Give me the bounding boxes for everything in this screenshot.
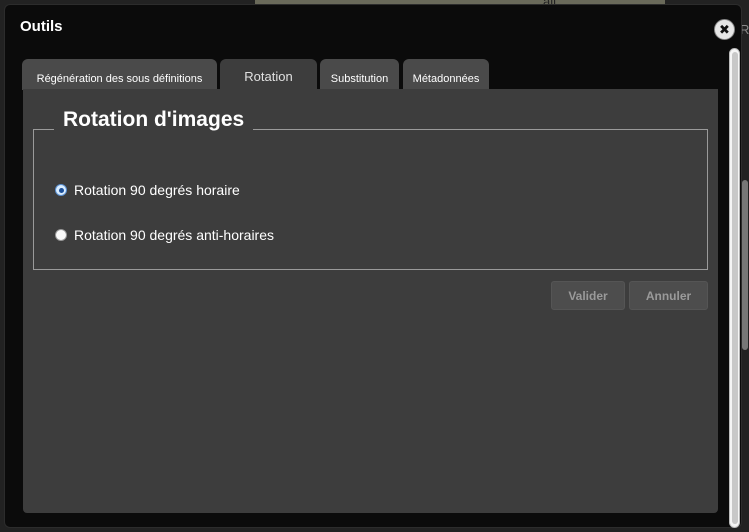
radio-option-counterclockwise[interactable]: Rotation 90 degrés anti-horaires <box>55 227 274 243</box>
dialog-scrollbar[interactable] <box>729 48 740 528</box>
tab-substitution[interactable]: Substitution <box>320 59 399 90</box>
cancel-button[interactable]: Annuler <box>629 281 708 310</box>
background-scrollbar <box>742 180 748 350</box>
close-icon: ✖ <box>719 22 730 37</box>
tab-label: Métadonnées <box>412 72 480 85</box>
radio-label-counterclockwise: Rotation 90 degrés anti-horaires <box>74 227 275 243</box>
tab-regeneration[interactable]: Régénération des sous définitions <box>22 59 217 90</box>
close-button[interactable]: ✖ <box>714 19 735 40</box>
radio-label-clockwise: Rotation 90 degrés horaire <box>74 182 240 198</box>
tab-label: Substitution <box>330 72 389 85</box>
rotation-fieldset: Rotation d'images Rotation 90 degrés hor… <box>33 108 708 270</box>
radio-button-clockwise[interactable] <box>55 184 67 196</box>
tab-label: Régénération des sous définitions <box>36 72 203 85</box>
scrollbar-thumb[interactable] <box>732 52 738 524</box>
tab-rotation[interactable]: Rotation <box>220 59 317 90</box>
radio-option-clockwise[interactable]: Rotation 90 degrés horaire <box>55 182 240 198</box>
tab-metadonnees[interactable]: Métadonnées <box>403 59 489 90</box>
tools-dialog: Outils ✖ Régénération des sous définitio… <box>4 4 742 528</box>
dialog-title: Outils <box>20 18 63 35</box>
rotation-legend: Rotation d'images <box>54 108 254 132</box>
radio-button-counterclockwise[interactable] <box>55 229 67 241</box>
validate-button[interactable]: Valider <box>551 281 625 310</box>
radio-selected-dot <box>58 187 64 193</box>
tab-label: Rotation <box>244 69 293 84</box>
rotation-panel: Rotation d'images Rotation 90 degrés hor… <box>23 89 718 513</box>
